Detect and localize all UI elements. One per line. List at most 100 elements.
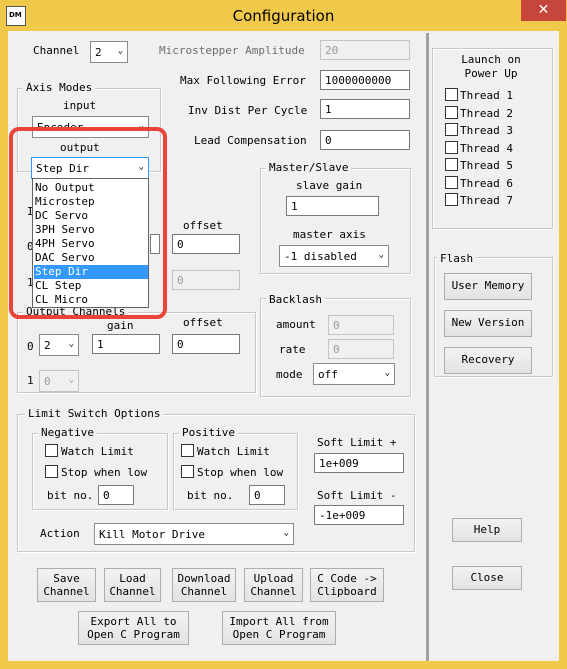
- output-row1-label: 1: [27, 374, 34, 387]
- output-row0-channel-select[interactable]: 2 ⌄: [39, 334, 79, 356]
- channel-label: Channel: [33, 44, 80, 57]
- negative-bit-no-label: bit no.: [47, 489, 94, 502]
- action-select[interactable]: Kill Motor Drive ⌄: [94, 523, 294, 545]
- axis-modes-title: Axis Modes: [23, 81, 96, 94]
- chevron-down-icon: ⌄: [384, 368, 390, 378]
- lead-compensation-label: Lead Compensation: [194, 134, 307, 147]
- thread-1-label: Thread 1: [460, 89, 513, 102]
- soft-limit-plus-label: Soft Limit +: [317, 436, 397, 449]
- new-version-button[interactable]: New Version: [444, 310, 532, 337]
- master-slave-title: Master/Slave: [266, 161, 352, 174]
- input-row1-offset: 0: [172, 270, 240, 290]
- thread-7-checkbox[interactable]: [445, 193, 458, 206]
- soft-limit-minus-input[interactable]: -1e+009: [314, 505, 404, 525]
- soft-limit-minus-label: Soft Limit -: [317, 489, 397, 502]
- thread-6-label: Thread 6: [460, 176, 513, 190]
- negative-bit-no-input[interactable]: 0: [98, 485, 134, 505]
- help-button[interactable]: Help: [452, 518, 522, 542]
- output-offset-label: offset: [183, 316, 223, 329]
- action-select-value: Kill Motor Drive: [99, 528, 205, 541]
- negative-limit-title: Negative: [38, 426, 97, 439]
- positive-stop-when-low-checkbox[interactable]: [181, 465, 194, 478]
- thread-6-checkbox[interactable]: [445, 175, 458, 189]
- upload-channel-button[interactable]: Upload Channel: [244, 568, 303, 602]
- window-title: Configuration: [232, 7, 335, 25]
- master-axis-select[interactable]: -1 disabled ⌄: [279, 245, 389, 267]
- thread-2-label: Thread 2: [460, 106, 513, 120]
- negative-watch-limit-label: Watch Limit: [61, 445, 134, 458]
- slave-gain-label: slave gain: [296, 179, 363, 192]
- negative-watch-limit-checkbox[interactable]: [45, 444, 58, 457]
- thread-1-checkbox[interactable]: [445, 88, 458, 101]
- inv-dist-per-cycle-input[interactable]: 1: [320, 99, 410, 119]
- load-channel-button[interactable]: Load Channel: [104, 568, 161, 602]
- chevron-down-icon: ⌄: [68, 339, 74, 349]
- download-channel-button[interactable]: Download Channel: [172, 568, 236, 602]
- max-following-error-input[interactable]: 1000000000: [320, 70, 410, 90]
- positive-bit-no-input[interactable]: 0: [249, 485, 285, 505]
- positive-bit-no-label: bit no.: [187, 489, 234, 502]
- thread-7-label: Thread 7: [460, 194, 513, 207]
- positive-watch-limit-label: Watch Limit: [197, 445, 270, 458]
- thread-5-label: Thread 5: [460, 159, 513, 172]
- output-row0-offset-input[interactable]: 0: [172, 334, 240, 354]
- inv-dist-per-cycle-label: Inv Dist Per Cycle: [188, 104, 308, 117]
- output-row1-channel-value: 0: [44, 375, 51, 388]
- positive-limit-title: Positive: [179, 426, 238, 439]
- positive-stop-when-low-label: Stop when low: [197, 466, 284, 479]
- output-row0-label: 0: [27, 340, 34, 353]
- title-bar[interactable]: DM Configuration ✕: [0, 0, 567, 31]
- chevron-down-icon: ⌄: [117, 46, 123, 56]
- thread-4-checkbox[interactable]: [445, 140, 458, 154]
- master-axis-value: -1 disabled: [284, 250, 357, 263]
- backlash-amount-input: 0: [328, 315, 394, 335]
- limit-switch-title: Limit Switch Options: [25, 407, 164, 420]
- max-following-error-label: Max Following Error: [180, 74, 306, 87]
- close-button[interactable]: Close: [452, 566, 522, 590]
- panel-divider: [426, 33, 429, 661]
- close-window-button[interactable]: ✕: [521, 0, 566, 21]
- output-gain-label: gain: [107, 319, 134, 332]
- launch-on-power-up-title: Launch on Power Up: [461, 53, 521, 80]
- output-row1-channel-select: 0 ⌄: [39, 370, 79, 392]
- negative-stop-when-low-checkbox[interactable]: [45, 465, 58, 478]
- c-code-clipboard-button[interactable]: C Code -> Clipboard: [310, 568, 384, 602]
- backlash-rate-label: rate: [279, 343, 306, 356]
- channel-select-value: 2: [95, 46, 102, 59]
- output-row0-gain-input[interactable]: 1: [92, 334, 160, 354]
- recovery-button[interactable]: Recovery: [444, 347, 532, 374]
- positive-watch-limit-checkbox[interactable]: [181, 444, 194, 457]
- chevron-down-icon: ⌄: [283, 528, 289, 538]
- slave-gain-input[interactable]: 1: [286, 196, 379, 216]
- backlash-rate-input: 0: [328, 339, 394, 359]
- backlash-mode-select[interactable]: off ⌄: [313, 363, 395, 385]
- lead-compensation-input[interactable]: 0: [320, 130, 410, 150]
- user-memory-button[interactable]: User Memory: [444, 273, 532, 300]
- backlash-mode-label: mode: [276, 368, 303, 381]
- thread-5-checkbox[interactable]: [445, 158, 458, 171]
- dialog-client-area: Channel 2 ⌄ Axis Modes input Encoder ⌄ out…: [8, 31, 559, 661]
- axis-input-label: input: [63, 99, 97, 112]
- chevron-down-icon: ⌄: [378, 250, 384, 260]
- channel-select[interactable]: 2 ⌄: [90, 41, 128, 63]
- chevron-down-icon: ⌄: [68, 375, 74, 385]
- backlash-title: Backlash: [266, 293, 325, 306]
- thread-3-checkbox[interactable]: [445, 123, 458, 136]
- import-all-button[interactable]: Import All from Open C Program: [222, 611, 336, 645]
- master-axis-label: master axis: [293, 228, 366, 241]
- save-channel-button[interactable]: Save Channel: [37, 568, 96, 602]
- negative-stop-when-low-label: Stop when low: [61, 466, 148, 479]
- thread-2-checkbox[interactable]: [445, 105, 458, 119]
- thread-4-label: Thread 4: [460, 141, 513, 155]
- thread-3-label: Thread 3: [460, 124, 513, 137]
- output-row0-channel-value: 2: [44, 339, 51, 352]
- input-row0-offset[interactable]: 0: [172, 234, 240, 254]
- flash-title: Flash: [437, 252, 477, 265]
- microstepper-amplitude-label: Microstepper Amplitude: [159, 44, 305, 57]
- backlash-amount-label: amount: [276, 318, 316, 331]
- export-all-button[interactable]: Export All to Open C Program: [78, 611, 189, 645]
- highlight-annotation: [9, 127, 167, 319]
- input-offset-label: offset: [183, 219, 223, 232]
- configuration-window: DM Configuration ✕ Channel 2 ⌄ Axis Modes…: [0, 0, 567, 669]
- soft-limit-plus-input[interactable]: 1e+009: [314, 453, 404, 473]
